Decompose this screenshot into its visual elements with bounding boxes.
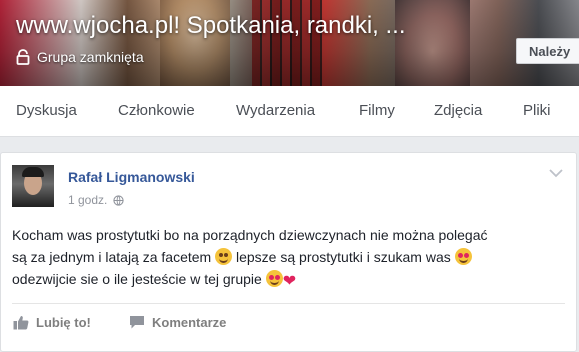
tab-wydarzenia[interactable]: Wydarzenia	[236, 102, 315, 119]
heart-eyes-emoji-icon	[454, 248, 472, 265]
group-cover: www.wjocha.pl! Spotkania, randki, ... Gr…	[0, 0, 579, 86]
comment-button[interactable]: Komentarze	[129, 315, 226, 330]
join-group-button[interactable]: Należy	[516, 38, 579, 64]
post-timestamp[interactable]: 1 godz.	[68, 193, 125, 207]
chevron-down-icon[interactable]	[549, 169, 563, 178]
tab-pliki[interactable]: Pliki	[523, 102, 551, 119]
post-line: są za jednym i latają za facetem lepsze …	[12, 246, 570, 268]
post-line: odezwijcie sie o ile jesteście w tej gru…	[12, 270, 297, 290]
tab-czlonkowie[interactable]: Członkowie	[118, 102, 195, 119]
like-label: Lubię to!	[36, 315, 91, 330]
group-title[interactable]: www.wjocha.pl! Spotkania, randki, ...	[16, 12, 406, 40]
post-body: Kocham was prostytutki bo na porządnych …	[12, 224, 570, 293]
tab-zdjecia[interactable]: Zdjęcia	[434, 102, 482, 119]
avatar[interactable]	[12, 165, 54, 207]
smile-emoji-icon	[215, 248, 233, 265]
group-privacy: Grupa zamknięta	[16, 49, 144, 65]
globe-icon	[113, 194, 125, 206]
comment-label: Komentarze	[152, 315, 227, 330]
group-tabs: Dyskusja Członkowie Wydarzenia Filmy Zdj…	[0, 86, 579, 137]
tab-filmy[interactable]: Filmy	[359, 102, 395, 119]
post-author[interactable]: Rafał Ligmanowski	[68, 169, 195, 185]
like-button[interactable]: Lubię to!	[13, 315, 91, 330]
post-time-label: 1 godz.	[68, 193, 108, 207]
thumbs-up-icon	[13, 316, 29, 330]
divider	[12, 303, 565, 304]
post-card: Rafał Ligmanowski 1 godz. Kocham was pro…	[0, 152, 577, 352]
heart-eyes-emoji-icon	[265, 270, 283, 287]
lock-icon	[16, 49, 30, 65]
group-privacy-label: Grupa zamknięta	[37, 49, 144, 65]
heart-icon: ❤	[282, 273, 297, 290]
comment-icon	[130, 316, 144, 329]
post-line: Kocham was prostytutki bo na porządnych …	[12, 227, 488, 243]
tab-dyskusja[interactable]: Dyskusja	[16, 102, 77, 119]
